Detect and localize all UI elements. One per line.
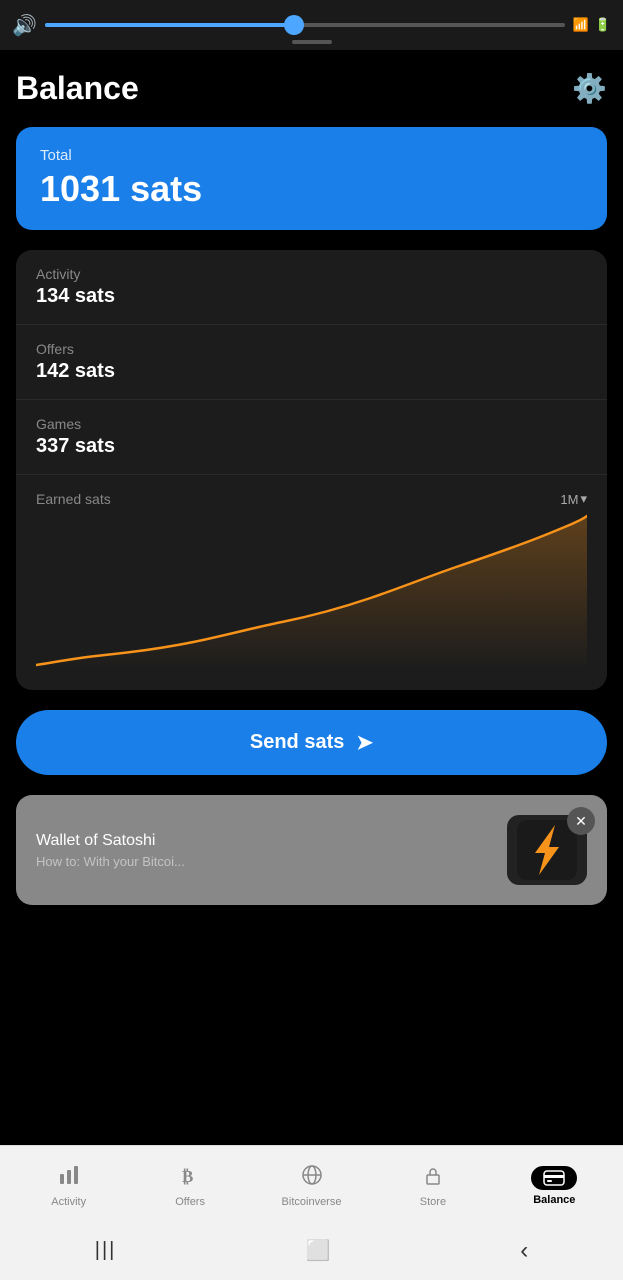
wallet-name: Wallet of Satoshi	[36, 832, 185, 850]
bottom-nav: Activity ₿ Offers Bitcoinverse Store	[0, 1145, 623, 1225]
activity-nav-icon	[58, 1164, 80, 1192]
bitcoinverse-nav-label: Bitcoinverse	[282, 1196, 342, 1208]
offers-row: Offers 142 sats	[16, 325, 607, 400]
nav-store[interactable]: Store	[372, 1156, 493, 1216]
phone-home-button[interactable]: ⬜	[306, 1238, 331, 1263]
drag-handle	[292, 40, 332, 44]
settings-icon[interactable]: ⚙️	[572, 72, 607, 105]
balance-nav-label: Balance	[533, 1194, 575, 1206]
store-nav-icon	[422, 1164, 444, 1192]
offers-nav-label: Offers	[175, 1196, 205, 1208]
status-bar-right: 📶 🔋	[573, 17, 611, 33]
offers-label: Offers	[36, 341, 587, 357]
offers-nav-icon: ₿	[179, 1164, 201, 1192]
nav-bitcoinverse[interactable]: Bitcoinverse	[251, 1156, 372, 1216]
progress-fill	[45, 23, 294, 27]
store-nav-label: Store	[420, 1196, 446, 1208]
wallet-subtext: How to: With your Bitcoi...	[36, 854, 185, 869]
svg-text:₿: ₿	[182, 1167, 193, 1186]
balance-nav-icon	[531, 1166, 577, 1190]
activity-amount: 134 sats	[36, 285, 587, 308]
page-title: Balance	[16, 70, 139, 107]
offers-amount: 142 sats	[36, 360, 587, 383]
volume-icon: 🔊	[12, 13, 37, 38]
progress-thumb	[284, 15, 304, 35]
wallet-info: Wallet of Satoshi How to: With your Bitc…	[36, 832, 185, 869]
bitcoinverse-nav-icon	[301, 1164, 323, 1192]
page-header: Balance ⚙️	[16, 70, 607, 107]
nav-offers[interactable]: ₿ Offers	[129, 1156, 250, 1216]
send-icon: ➤	[356, 730, 373, 755]
progress-track[interactable]	[45, 23, 565, 27]
signal-icon: 📶	[573, 17, 589, 33]
activity-label: Activity	[36, 266, 587, 282]
wallet-card: Wallet of Satoshi How to: With your Bitc…	[16, 795, 607, 905]
main-content: Balance ⚙️ Total 1031 sats Activity 134 …	[0, 50, 623, 1145]
phone-system-nav: ||| ⬜ ‹	[0, 1225, 623, 1280]
nav-balance[interactable]: Balance	[494, 1158, 615, 1214]
chart-section: Earned sats 1M ▾	[16, 475, 607, 690]
chart-header: Earned sats 1M ▾	[36, 491, 587, 507]
games-label: Games	[36, 416, 587, 432]
games-row: Games 337 sats	[16, 400, 607, 475]
activity-nav-label: Activity	[51, 1196, 86, 1208]
send-button-label: Send sats	[250, 731, 344, 754]
wallet-close-button[interactable]: ✕	[567, 807, 595, 835]
battery-icon: 🔋	[595, 17, 611, 33]
total-label: Total	[40, 147, 583, 164]
games-amount: 337 sats	[36, 435, 587, 458]
nav-activity[interactable]: Activity	[8, 1156, 129, 1216]
activity-row: Activity 134 sats	[16, 250, 607, 325]
phone-back-button[interactable]: ‹	[520, 1237, 528, 1265]
total-amount: 1031 sats	[40, 168, 583, 210]
total-balance-card: Total 1031 sats	[16, 127, 607, 230]
breakdown-container: Activity 134 sats Offers 142 sats Games …	[16, 250, 607, 690]
phone-menu-button[interactable]: |||	[95, 1239, 117, 1262]
chart-title: Earned sats	[36, 491, 111, 507]
send-sats-button[interactable]: Send sats ➤	[16, 710, 607, 775]
chart-filter-button[interactable]: 1M ▾	[560, 491, 587, 507]
earned-sats-chart	[36, 510, 587, 670]
status-bar: 🔊 📶 🔋	[0, 0, 623, 50]
